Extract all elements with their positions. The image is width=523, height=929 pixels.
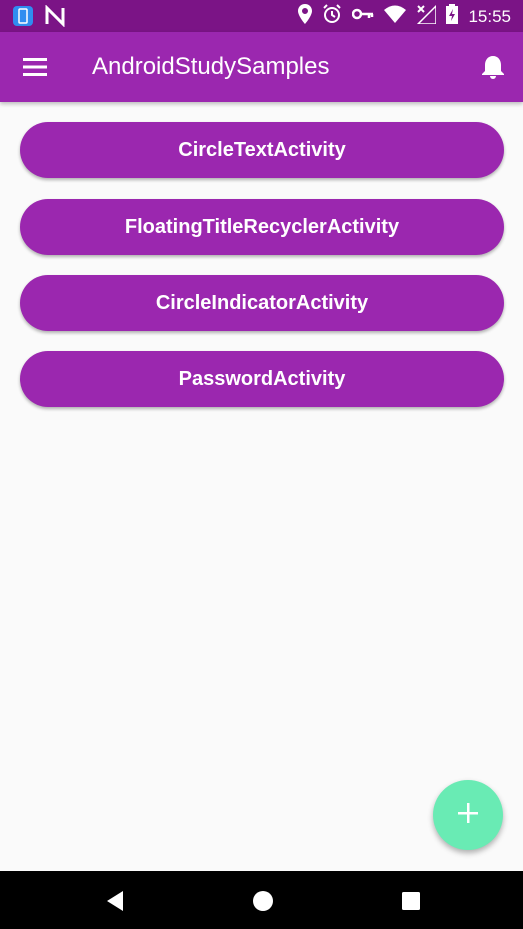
password-activity-button[interactable]: PasswordActivity (20, 351, 504, 407)
battery-charging-icon (446, 4, 459, 29)
status-time: 15:55 (468, 6, 511, 26)
location-icon (298, 4, 313, 29)
floating-title-recycler-activity-button[interactable]: FloatingTitleRecyclerActivity (20, 199, 504, 255)
phone-screen-icon (12, 5, 34, 32)
app-bar: AndroidStudySamples (0, 32, 523, 102)
status-left-icons (12, 4, 66, 32)
n-logo-icon (44, 4, 66, 32)
key-icon (352, 7, 374, 26)
circle-text-activity-button[interactable]: CircleTextActivity (20, 122, 504, 178)
back-icon[interactable] (103, 889, 127, 913)
status-right-icons: 15:55 (298, 4, 511, 29)
status-bar: 15:55 (0, 0, 523, 32)
navigation-bar (0, 871, 523, 929)
circle-indicator-activity-button[interactable]: CircleIndicatorActivity (20, 275, 504, 331)
home-icon[interactable] (251, 889, 275, 913)
no-signal-icon (416, 4, 438, 29)
wifi-icon (384, 5, 407, 28)
add-fab-button[interactable] (433, 780, 503, 850)
alarm-icon (322, 4, 342, 29)
hamburger-menu-icon[interactable] (22, 54, 48, 80)
recents-icon[interactable] (399, 889, 423, 913)
bell-icon[interactable] (479, 53, 507, 81)
app-title: AndroidStudySamples (92, 53, 330, 80)
plus-icon (457, 802, 479, 829)
